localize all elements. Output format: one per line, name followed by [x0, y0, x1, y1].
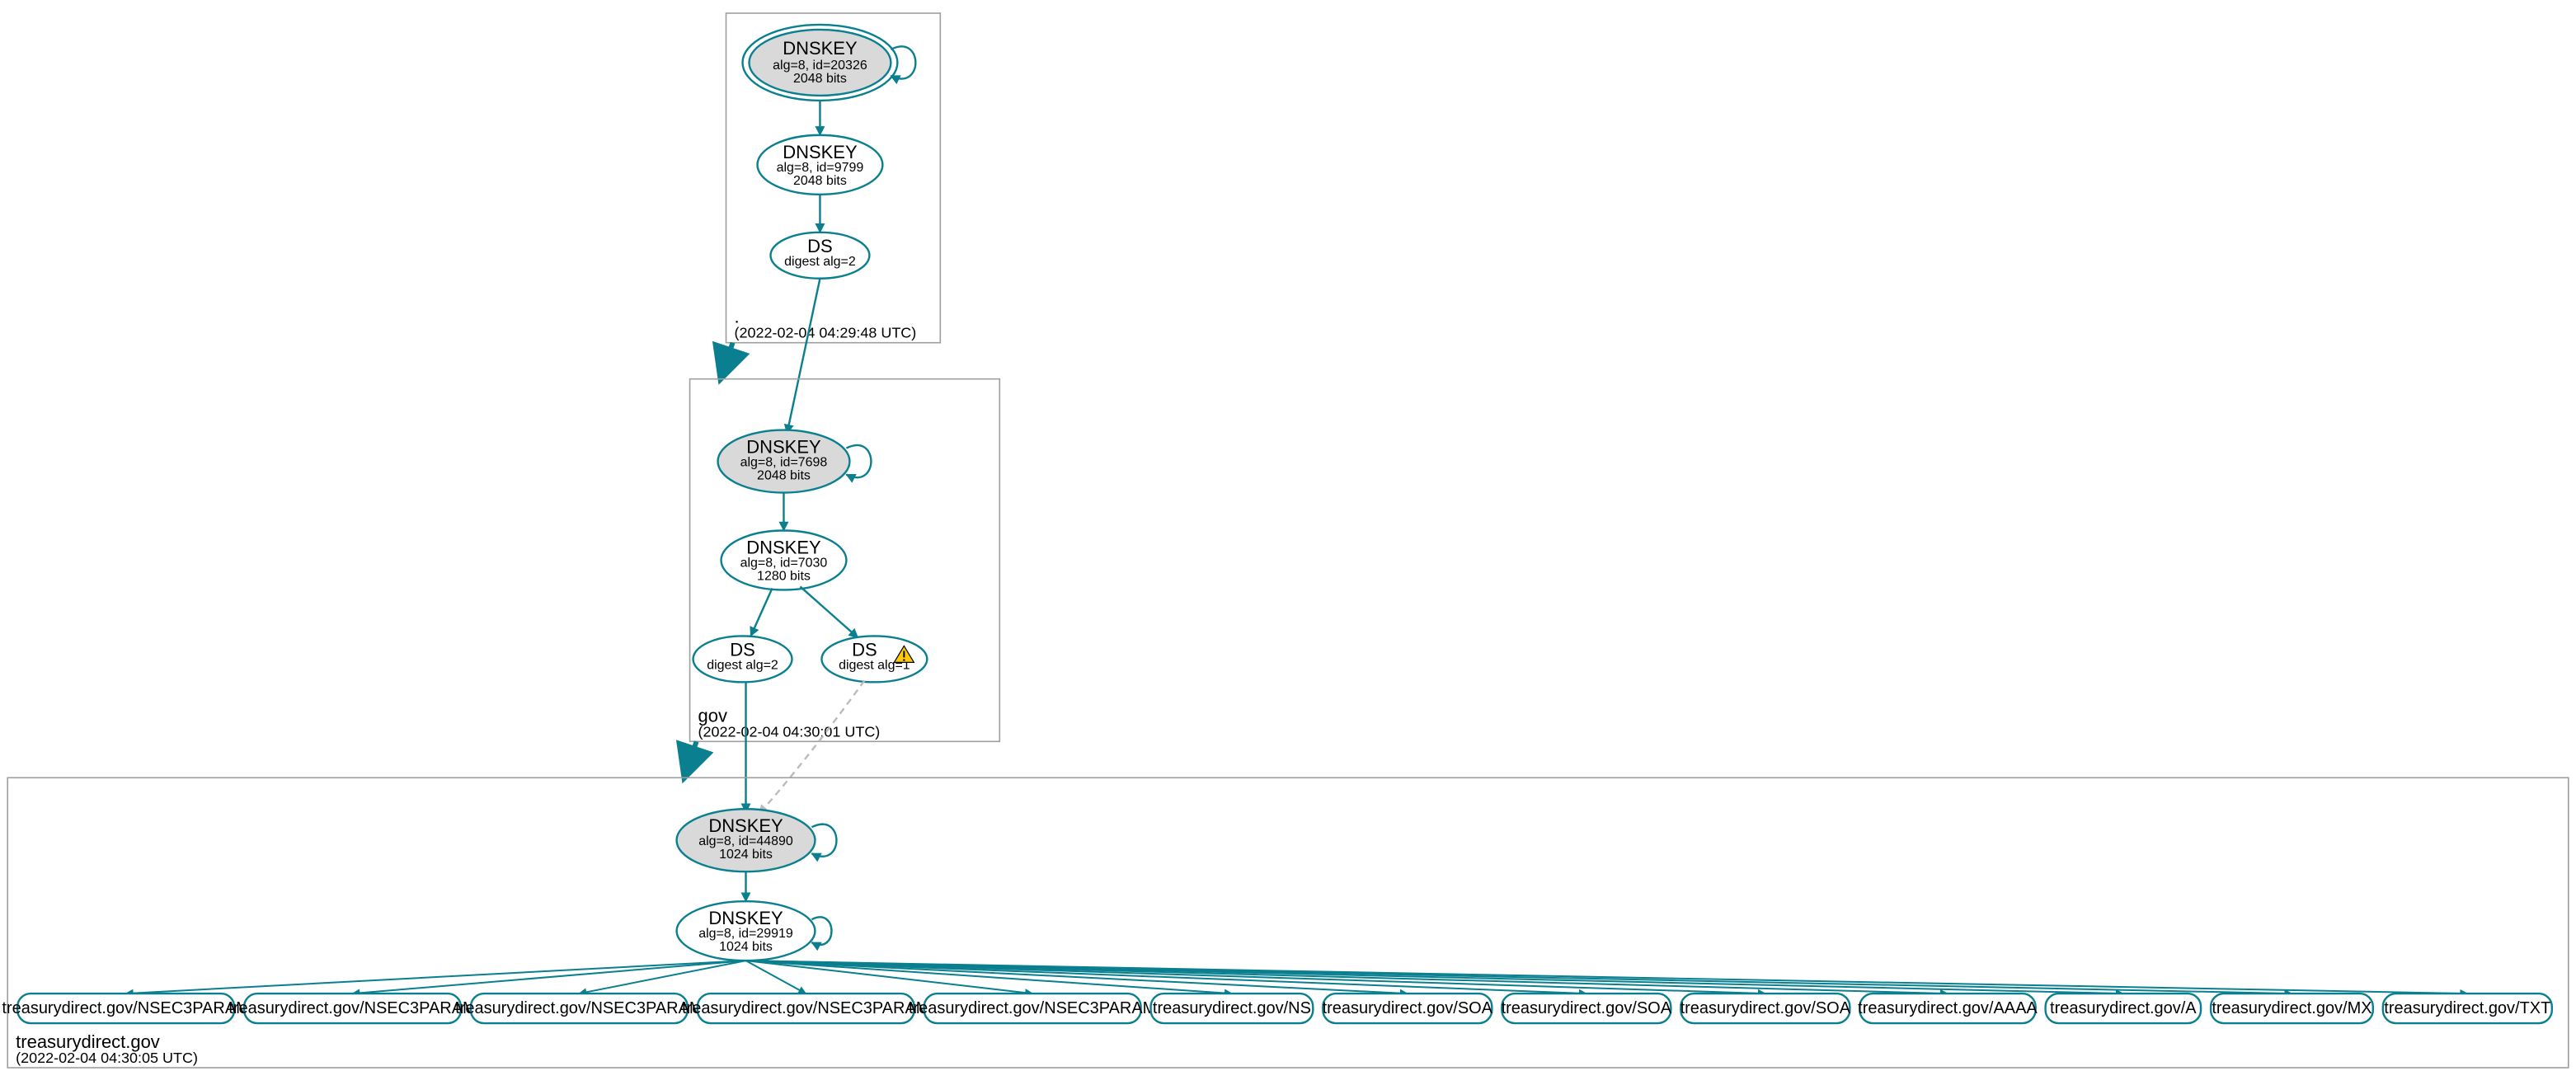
- gov-zsk-node: DNSKEY alg=8, id=7030 1280 bits: [722, 531, 847, 590]
- zone-gov: gov (2022-02-04 04:30:01 UTC) DNSKEY alg…: [690, 379, 1000, 742]
- root-zsk-bits: 2048 bits: [793, 174, 847, 188]
- record-label: treasurydirect.gov/NSEC3PARAM: [455, 999, 703, 1017]
- root-zsk-alg: alg=8, id=9799: [777, 161, 864, 175]
- edge-tdzsk-record: [353, 961, 746, 993]
- root-ksk-alg: alg=8, id=20326: [773, 59, 867, 73]
- td-ksk-alg: alg=8, id=44890: [698, 834, 793, 848]
- record-label: treasurydirect.gov/NSEC3PARAM: [228, 999, 476, 1017]
- gov-zsk-title: DNSKEY: [746, 537, 821, 557]
- gov-ksk-bits: 2048 bits: [757, 469, 811, 483]
- td-records-row: treasurydirect.gov/NSEC3PARAMtreasurydir…: [2, 961, 2551, 1023]
- zone-td-ts: (2022-02-04 04:30:05 UTC): [16, 1050, 198, 1066]
- root-zsk-title: DNSKEY: [783, 142, 858, 162]
- record-label: treasurydirect.gov/NSEC3PARAM: [2, 999, 249, 1017]
- root-ds-title: DS: [807, 236, 833, 256]
- zone-root-ts: (2022-02-04 04:29:48 UTC): [735, 325, 917, 341]
- root-ksk-title: DNSKEY: [783, 38, 858, 59]
- record-label: treasurydirect.gov/SOA: [1323, 999, 1493, 1017]
- td-zsk-bits: 1024 bits: [719, 940, 773, 954]
- big-arrow-gov-td: [685, 741, 697, 776]
- root-ksk-bits: 2048 bits: [793, 72, 847, 86]
- td-zsk-alg: alg=8, id=29919: [698, 927, 793, 941]
- edge-rootds-govksk: [787, 279, 820, 434]
- td-ksk-node: DNSKEY alg=8, id=44890 1024 bits: [677, 809, 837, 871]
- zone-td: treasurydirect.gov (2022-02-04 04:30:05 …: [2, 777, 2568, 1068]
- td-zsk-node: DNSKEY alg=8, id=29919 1024 bits: [677, 901, 832, 961]
- zone-gov-ts: (2022-02-04 04:30:01 UTC): [698, 723, 881, 740]
- edge-tdzsk-record: [746, 961, 806, 993]
- root-ds-node: DS digest alg=2: [770, 233, 869, 279]
- root-ds-alg: digest alg=2: [784, 255, 856, 269]
- root-ksk-node: DNSKEY alg=8, id=20326 2048 bits: [743, 25, 916, 101]
- td-ksk-title: DNSKEY: [708, 815, 783, 836]
- big-arrow-root-gov: [722, 343, 733, 378]
- record-label: treasurydirect.gov/SOA: [1502, 999, 1672, 1017]
- gov-ksk-title: DNSKEY: [746, 437, 821, 458]
- gov-ds2-node: DS digest alg=1: [821, 636, 927, 682]
- gov-ksk-alg: alg=8, id=7698: [740, 456, 828, 470]
- gov-ds1-node: DS digest alg=2: [693, 636, 792, 682]
- zone-root: . (2022-02-04 04:29:48 UTC) DNSKEY alg=8…: [726, 13, 941, 343]
- record-label: treasurydirect.gov/NSEC3PARAM: [682, 999, 929, 1017]
- record-label: treasurydirect.gov/AAAA: [1858, 999, 2038, 1017]
- edge-tdzsk-record: [126, 961, 746, 993]
- edge-govds2-tdksk-dashed: [759, 680, 864, 814]
- gov-ds1-title: DS: [730, 639, 755, 660]
- edge-govzsk-ds1: [751, 588, 773, 636]
- td-zsk-title: DNSKEY: [708, 908, 783, 928]
- edge-govzsk-ds2: [800, 586, 858, 637]
- edge-tdzsk-record: [746, 961, 1408, 993]
- gov-ds2-title: DS: [852, 639, 877, 660]
- record-label: treasurydirect.gov/MX: [2212, 999, 2372, 1017]
- record-label: treasurydirect.gov/NSEC3PARAM: [909, 999, 1156, 1017]
- record-label: treasurydirect.gov/A: [2050, 999, 2197, 1017]
- gov-zsk-bits: 1280 bits: [757, 569, 811, 583]
- dnssec-graph: . (2022-02-04 04:29:48 UTC) DNSKEY alg=8…: [0, 0, 2576, 1071]
- gov-ds1-alg: digest alg=2: [707, 658, 778, 672]
- td-ksk-bits: 1024 bits: [719, 848, 773, 862]
- root-zsk-node: DNSKEY alg=8, id=9799 2048 bits: [757, 135, 882, 195]
- record-label: treasurydirect.gov/NS: [1153, 999, 1311, 1017]
- gov-zsk-alg: alg=8, id=7030: [740, 556, 828, 570]
- record-label: treasurydirect.gov/SOA: [1681, 999, 1851, 1017]
- record-label: treasurydirect.gov/TXT: [2384, 999, 2550, 1017]
- gov-ksk-node: DNSKEY alg=8, id=7698 2048 bits: [718, 430, 872, 493]
